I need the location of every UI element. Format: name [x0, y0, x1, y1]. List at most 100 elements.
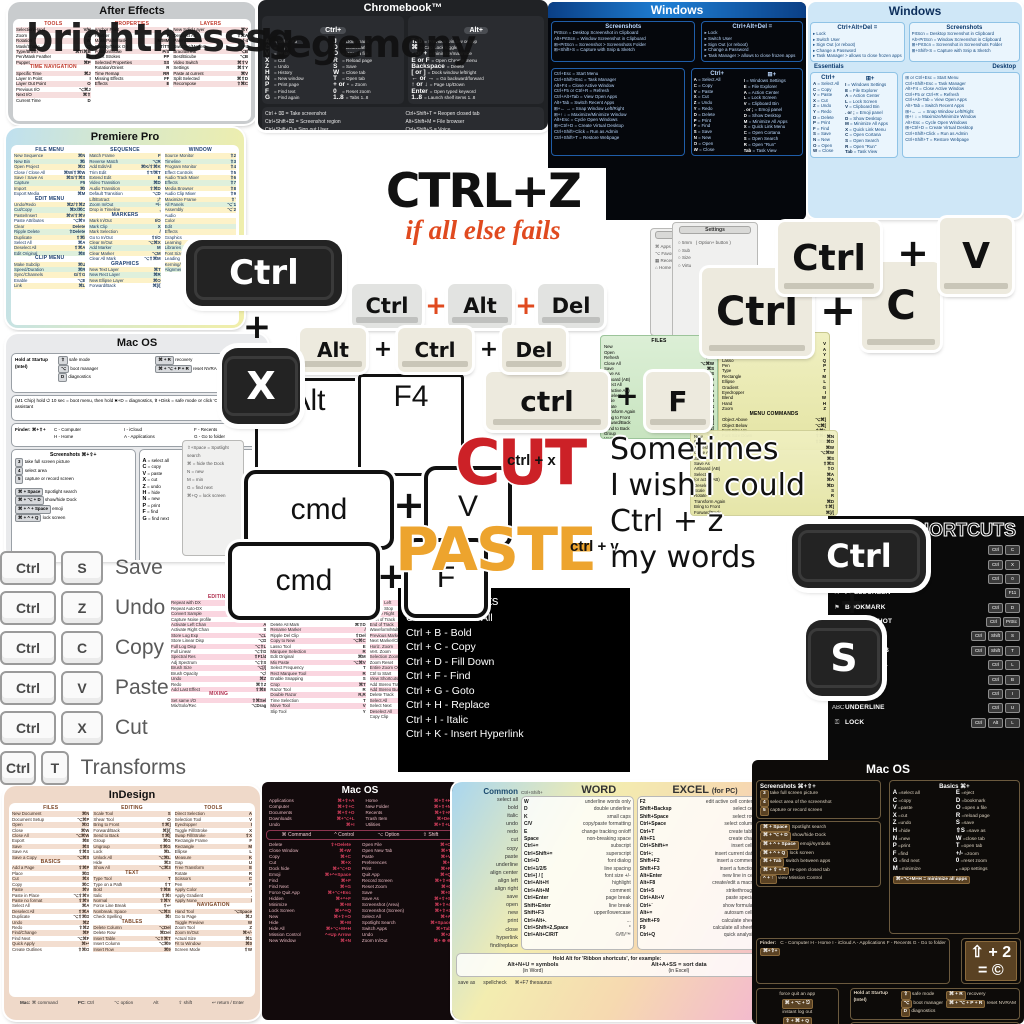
modifier-chip: ⌥ Option [377, 832, 400, 838]
blackcap-ctrl-s-s[interactable]: S [806, 620, 882, 696]
word-excel-line: Ctrl+] / [font size +/- [524, 873, 631, 880]
list-line: Ctrl + ⌧ = Take screenshot [265, 111, 327, 118]
ctrl-modifier-keycap[interactable]: Ctrl [0, 751, 37, 785]
ctrl-letter-keycap[interactable]: Z [61, 591, 103, 625]
keycap-acd-del-label: Del [515, 338, 553, 362]
white-key-cmd-1[interactable]: cmd [244, 470, 394, 550]
ctrl-modifier-keycap[interactable]: Ctrl [0, 551, 56, 585]
idn-text-rows: Type Tool T Type on a Path ⇧T Bold ⇧⌘B Italic ⇧… [93, 876, 171, 919]
mac-bottom-screens-header: Screenshots ⌘+⇧+ [760, 784, 816, 790]
ctrl-letter-keycap[interactable]: C [61, 631, 103, 665]
ctrl-shortcut-row: Ctrl T Transforms [0, 748, 186, 788]
list-line: ▸ Task Manager > allows to close frozen … [704, 53, 796, 59]
word-excel-line: Alt+Enter new line in cell [639, 873, 755, 880]
keycap-cad-alt[interactable]: Alt [448, 284, 512, 328]
chromebook-ctrl-pill: Ctrl+ [320, 27, 347, 34]
windows-light-essentials-header: Essentials [814, 63, 844, 70]
ctrl-modifier-keycap[interactable]: Ctrl [0, 711, 56, 745]
word-excel-line: Ctrl+Space select column [639, 821, 755, 828]
word-excel-line: Ctrl+` show formulas [639, 902, 755, 909]
mac-left-finder-label: Finder: ⌘+⇧+ [15, 427, 46, 432]
word-excel-line: Ctrl+Shift+= superscript [524, 850, 631, 857]
shortcut-row-keys: Ctrl Alt L [971, 717, 1020, 728]
mac-dark-line: ⌥ boot manager [900, 999, 943, 1009]
keycap-ctrl-f-f[interactable]: F [646, 372, 710, 430]
windows-kv-line: Tab = Task View [845, 149, 878, 155]
list-line: align left [497, 877, 518, 884]
ctrl-action-label: Copy [115, 636, 165, 659]
keycap-cad-ctrl[interactable]: Ctrl [352, 284, 422, 328]
word-excel-line: Ctrl+D font dialog [524, 858, 631, 865]
word-excel-line: Wunderline words only [524, 799, 631, 805]
pr-seq-rows: Match Frame F Reverse Match ⌥R Add Edit/All ⌘… [89, 153, 161, 213]
blackcap-ctrl-x-x[interactable]: X [222, 348, 300, 424]
legend-item: ⇧ shift [178, 1000, 193, 1005]
list-line: Ctrl+Shift+Q = Sign out User [265, 126, 401, 130]
keycap-acd-del[interactable]: Del [502, 328, 566, 372]
ctrl-letter-keycap[interactable]: T [41, 751, 69, 785]
mac-bottom-quit: force quit an app ⌘ + ⌥ + ⎋ instant log ou… [756, 988, 839, 1024]
keycap-ctrl-v-v[interactable]: V [940, 218, 1012, 294]
idn-files-rows: New Document ⌘N Document Setup ⌥⌘P Open ⌘O Clo… [12, 811, 90, 861]
keycap-cad-ctrl-label: Ctrl [365, 294, 409, 318]
word-excel-line: Ctrl+5 strikethrough [639, 887, 755, 894]
plus-sign-ctrl-f: + [615, 378, 639, 412]
white-key-cmd-2[interactable]: cmd [228, 542, 380, 620]
ctrl-modifier-keycap[interactable]: Ctrl [0, 631, 56, 665]
keycap-ctrl-f-ctrl[interactable]: ctrl [486, 372, 608, 430]
ctrl-shortcut-row: Ctrl C Copy [0, 628, 186, 668]
mac-basics-line: +/- =zoom [955, 850, 979, 857]
list-line: Ctrl + F - Find [406, 670, 471, 682]
word-excel-footer-a: Alt+N+U = symbols [507, 961, 559, 968]
windows-light-cad: Ctrl+Alt+Del = ▸ Lock ▸ Switch User ▸ Sign… [810, 22, 905, 62]
legend-item: ↩ return / Enter [212, 1000, 244, 1005]
list-line: copy [506, 845, 518, 852]
mac-dark-line: ⌘ + ^ + Q lock screen [760, 849, 877, 859]
list-line: ▸ Task Manager > allows to close frozen … [813, 53, 902, 59]
list-line: Ctrl + B - Bold [406, 626, 472, 639]
idn-tools-rows: Direct Selection A Selection Tool V Eyedropp… [174, 811, 252, 904]
keycap-acd-alt[interactable]: Alt [300, 328, 366, 372]
list-line: open [506, 902, 518, 909]
mac-basics-line: T =open tab [955, 843, 983, 850]
word-excel-line: Shift+F2 insert a comment [639, 858, 755, 865]
ctrl-modifier-keycap[interactable]: Ctrl [0, 671, 56, 705]
indesign-body: FILES New Document ⌘N Document Setup ⌥⌘P Ope… [9, 803, 255, 997]
finder-item: I - iCloud [124, 427, 143, 432]
blackcap-ctrl-x-ctrl[interactable]: Ctrl [186, 240, 342, 306]
chromebook-line: 1..8 = Tabs 1..8 [333, 93, 369, 101]
ctrl-letter-keycap[interactable]: X [61, 711, 103, 745]
white-key-cmd-2-label: cmd [275, 564, 333, 597]
mac-bottom-startup-rows: ⇧ safe mode ⌥ boot manager D diagnostics [900, 991, 943, 1017]
idn-basics-rows: Add a Page ⇧⌘P Place ⌘D Cut ⌘X Copy ⌘C Paste ⌘V Pa… [12, 865, 90, 952]
mac-basics-line: W =close tab [955, 835, 985, 842]
list-line: find/replace [490, 942, 518, 949]
word-excel-line: Shift+F9 calculate sheet [639, 917, 755, 924]
list-line: align right [494, 886, 518, 893]
ctrl-letter-keycap[interactable]: S [61, 551, 103, 585]
chromebook-alt-rows: Tab = Previous window or app ⌘ = Cap Lock t… [411, 38, 541, 101]
outline-key-f4[interactable]: F4 [358, 374, 464, 476]
mac-red-right-col: Open File ⌘+O Open New Tab ⌘+T Paste ⌘+V Prefe… [358, 842, 455, 944]
keycap-ctrl-v-ctrl[interactable]: Ctrl [778, 222, 880, 294]
mac-dark-line: 4 select area of the screenshot [760, 798, 877, 808]
chromebook-alt-pill: Alt+ [464, 27, 488, 34]
pr-markers-rows: Mark In/Out I/O Mark Clip X Mark Selection / G… [89, 218, 161, 261]
cheatsheet-row: Create Outlines ⇧⌘O [12, 946, 90, 952]
sticker-windows-light: Windows Ctrl+Alt+Del = ▸ Lock ▸ Switch Us… [808, 2, 1022, 218]
ctrl-letter-keycap[interactable]: V [61, 671, 103, 705]
finder-item: G - Go to folder [194, 434, 226, 439]
mac-basics-line: H =hide [892, 827, 911, 834]
windows-light-screens-list: PrtScn = Desktop Screenshot in Clipboard… [912, 31, 1017, 53]
word-excel-line: Ctrl+= subscript [524, 843, 631, 850]
keycap-acd-alt-label: Alt [317, 338, 349, 362]
word-excel-line: Alt+F8 create/edit a macro [639, 880, 755, 887]
keycap-acd-ctrl[interactable]: Ctrl [398, 328, 472, 372]
keycap-cad-del[interactable]: Del [538, 284, 604, 328]
ctrl-modifier-keycap[interactable]: Ctrl [0, 591, 56, 625]
idn-tables-rows: Delete Column ⌥Del Delete Row ⌘Del Insert Ta… [93, 924, 171, 952]
word-excel-line: C/V copy/paste formatting [524, 821, 631, 828]
keycap-ctrl-c-ctrl-label: Ctrl [716, 289, 798, 335]
windows-dark-screenshots: Screenshots PrtScn = Desktop Screenshot … [551, 21, 696, 62]
mac-left-startup-label: Hold at Startup (Intel) [15, 357, 48, 369]
